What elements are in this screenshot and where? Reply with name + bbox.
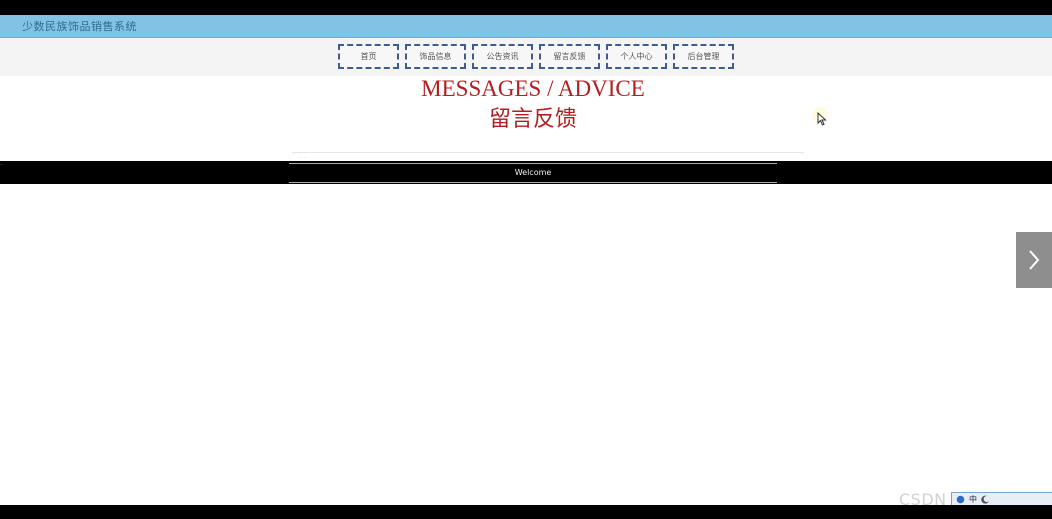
main-nav: 首页 饰品信息 公告资讯 留言反馈 个人中心 后台管理 xyxy=(0,38,1052,76)
moon-icon[interactable] xyxy=(981,495,990,504)
ime-label[interactable]: 中 xyxy=(969,494,977,505)
content-divider xyxy=(292,152,804,153)
site-header: 少数民族饰品销售系统 xyxy=(0,15,1052,38)
top-black-bar xyxy=(0,0,1052,15)
bottom-black-bar xyxy=(0,505,1052,519)
nav-item-products[interactable]: 饰品信息 xyxy=(405,44,466,69)
left-edge-mark: ·· xyxy=(0,162,4,168)
nav-item-home[interactable]: 首页 xyxy=(338,44,399,69)
chevron-right-icon xyxy=(1029,250,1040,270)
nav-item-feedback[interactable]: 留言反馈 xyxy=(539,44,600,69)
next-slide-button[interactable] xyxy=(1016,232,1052,288)
welcome-text: Welcome xyxy=(289,163,777,183)
page-heading-cn: 留言反馈 xyxy=(488,107,577,132)
breadcrumb: ·· ·· ·· xyxy=(298,155,306,159)
nav-item-news[interactable]: 公告资讯 xyxy=(472,44,533,69)
page-heading-en: MESSAGES / ADVICE xyxy=(421,76,645,101)
nav-items: 首页 饰品信息 公告资讯 留言反馈 个人中心 后台管理 xyxy=(338,44,734,69)
mouse-cursor-icon xyxy=(817,112,827,126)
site-title: 少数民族饰品销售系统 xyxy=(22,20,137,33)
nav-item-profile[interactable]: 个人中心 xyxy=(606,44,667,69)
nav-item-admin[interactable]: 后台管理 xyxy=(673,44,734,69)
ime-icon[interactable] xyxy=(956,495,965,504)
